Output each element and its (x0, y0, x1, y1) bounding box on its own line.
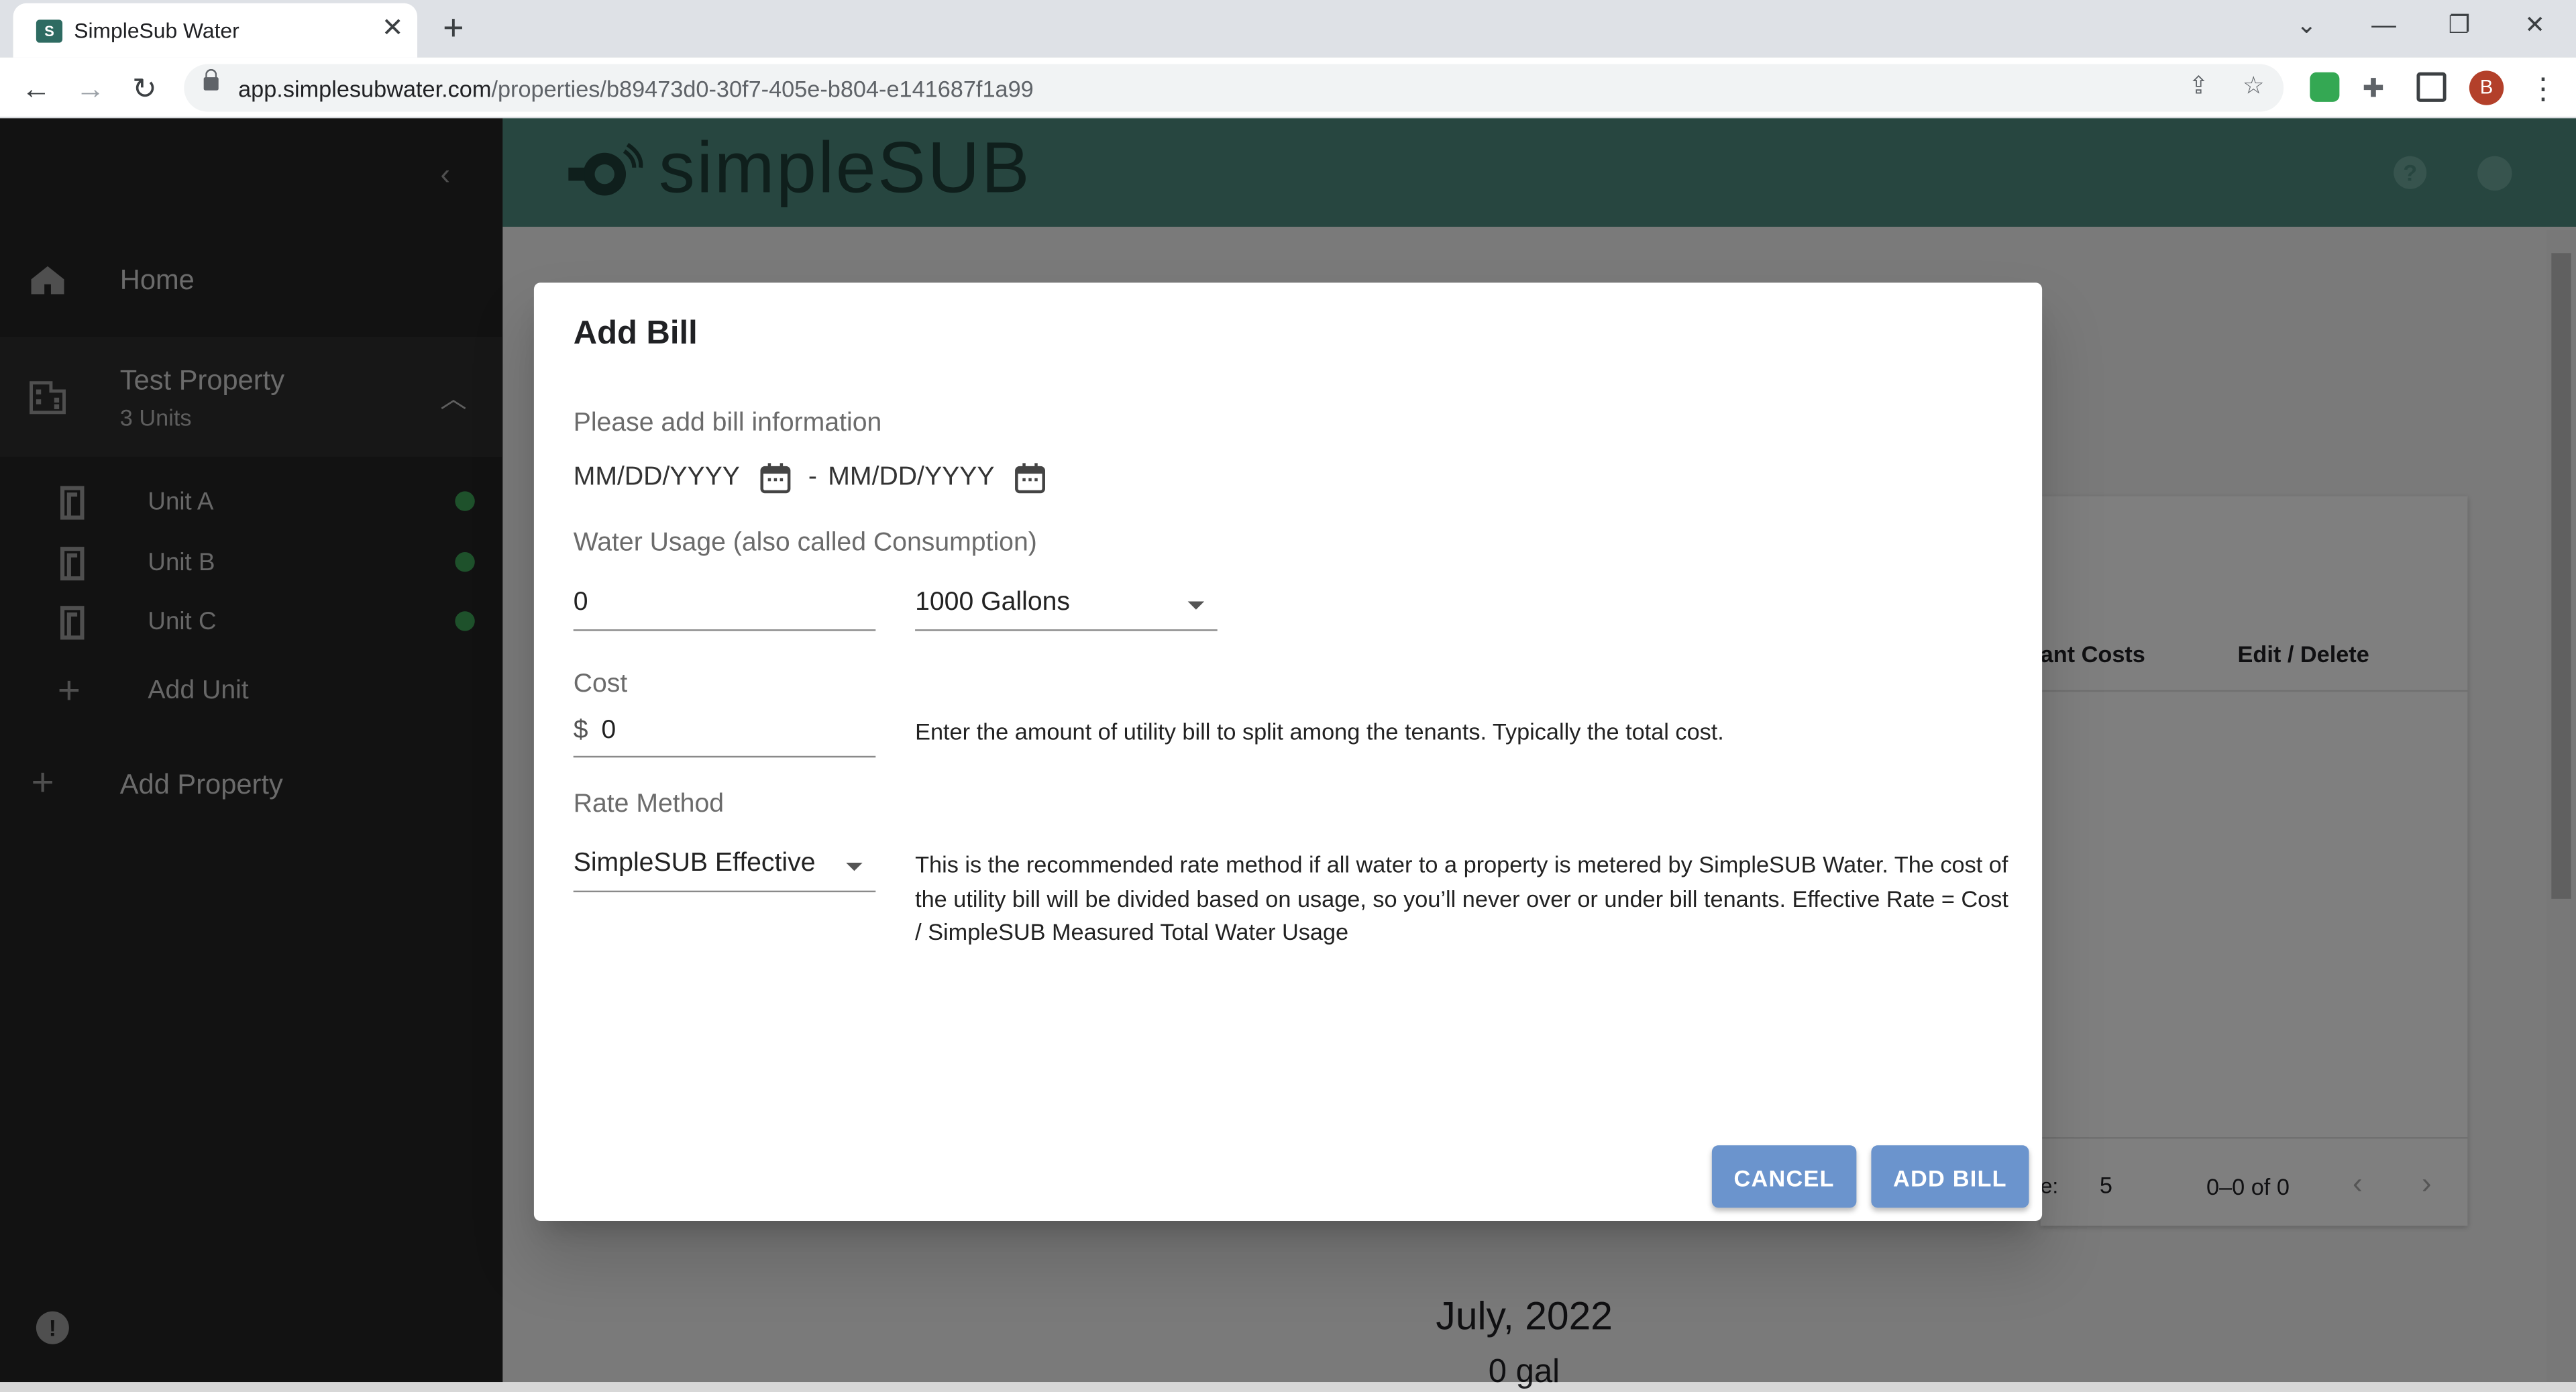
dialog-intro: Please add bill information (573, 409, 882, 437)
usage-unit-underline (915, 629, 1218, 631)
restore-icon[interactable]: ❐ (2434, 8, 2483, 44)
water-usage-label: Water Usage (also called Consumption) (573, 529, 1037, 557)
usage-unit-select[interactable]: 1000 Gallons (915, 588, 1070, 618)
address-bar[interactable]: app.simplesubwater.com/properties/b89473… (184, 64, 2284, 112)
add-bill-button[interactable]: ADD BILL (1871, 1145, 2029, 1208)
date-separator: - (808, 463, 817, 492)
end-date-input[interactable]: MM/DD/YYYY (828, 464, 994, 493)
url-path: /properties/b89473d0-30f7-405e-b804-e141… (491, 75, 1034, 102)
cost-helper-text: Enter the amount of utility bill to spli… (915, 718, 1724, 745)
close-tab-icon[interactable]: ✕ (378, 13, 407, 46)
lock-icon (203, 68, 219, 91)
browser-toolbar: ← → ↻ app.simplesubwater.com/properties/… (0, 57, 2576, 119)
cost-label: Cost (573, 670, 628, 699)
url-host: app.simplesubwater.com (238, 75, 492, 102)
back-icon[interactable]: ← (16, 69, 56, 109)
water-usage-input[interactable]: 0 (574, 588, 588, 618)
cost-input[interactable]: 0 (601, 716, 616, 746)
currency-prefix: $ (573, 716, 588, 745)
browser-tab-title: SimpleSub Water (74, 17, 239, 43)
start-date-input[interactable]: MM/DD/YYYY (574, 464, 740, 493)
extension-icon[interactable] (2310, 72, 2340, 102)
dialog-title: Add Bill (573, 315, 698, 352)
cost-underline (573, 755, 876, 758)
minimize-icon[interactable]: — (2359, 8, 2408, 44)
browser-tab[interactable]: S SimpleSub Water ✕ (13, 3, 418, 58)
rate-method-select[interactable]: SimpleSUB Effective (574, 849, 816, 879)
rate-method-helper-text: This is the recommended rate method if a… (915, 851, 2008, 945)
dropdown-caret-icon[interactable] (846, 862, 863, 871)
calendar-icon[interactable] (1012, 460, 1049, 496)
new-tab-icon[interactable]: + (434, 7, 474, 48)
add-bill-dialog: Add Bill Please add bill information MM/… (533, 282, 2043, 1221)
reload-icon[interactable]: ↻ (125, 69, 164, 109)
rate-method-underline (573, 890, 876, 893)
puzzle-extensions-icon[interactable]: ✚ (2363, 72, 2392, 104)
browser-menu-icon[interactable]: ⋮ (2524, 69, 2563, 109)
dropdown-caret-icon[interactable] (1187, 601, 1205, 610)
share-icon[interactable]: ⇪ (2188, 70, 2209, 101)
side-panel-icon[interactable] (2416, 72, 2447, 102)
simplesub-favicon-icon: S (36, 19, 63, 43)
window-close-icon[interactable]: ✕ (2510, 8, 2559, 44)
tab-search-icon[interactable]: ⌄ (2282, 8, 2331, 44)
bookmark-star-icon[interactable]: ☆ (2243, 70, 2265, 101)
forward-icon[interactable]: → (70, 69, 110, 109)
cancel-button[interactable]: CANCEL (1711, 1145, 1857, 1208)
profile-avatar[interactable]: B (2469, 70, 2504, 105)
calendar-icon[interactable] (757, 460, 794, 496)
address-url: app.simplesubwater.com/properties/b89473… (238, 76, 1034, 102)
water-usage-underline (573, 629, 876, 631)
rate-method-label: Rate Method (573, 790, 724, 818)
browser-tab-strip: S SimpleSub Water ✕ + ⌄ — ❐ ✕ (0, 0, 2576, 58)
